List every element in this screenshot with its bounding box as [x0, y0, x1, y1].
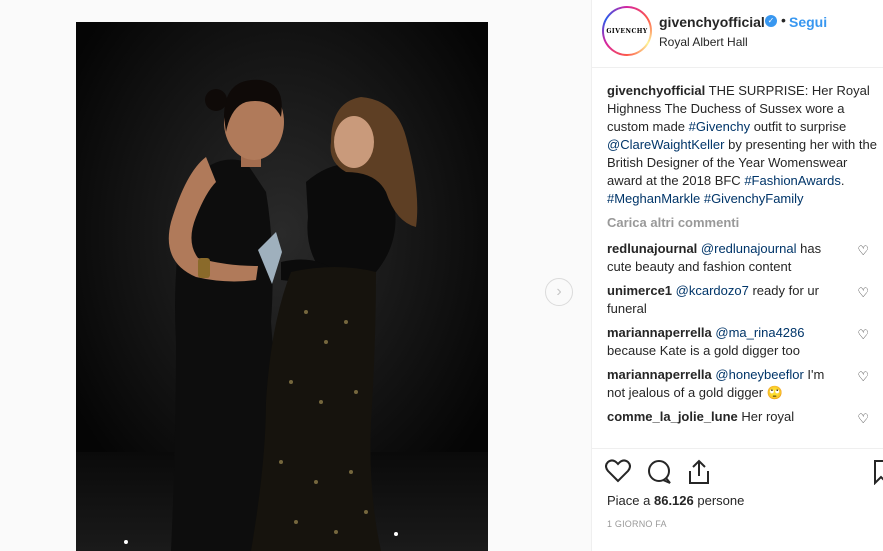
follow-button[interactable]: Segui [789, 14, 827, 30]
likes-prefix: Piace a [607, 493, 654, 508]
hashtag-link[interactable]: #MeghanMarkle [607, 191, 700, 206]
caption-text: . [840, 173, 845, 188]
load-more-comments-button[interactable]: Carica altri commenti [607, 214, 877, 232]
likes-count[interactable]: Piace a 86.126 persone [607, 493, 744, 508]
likes-suffix: persone [693, 493, 745, 508]
comment-text: because Kate is a gold digger too [607, 343, 800, 358]
comment-item: comme_la_jolie_lune Her royal ♡ [607, 408, 877, 426]
comment-item: mariannaperrella @honeybeeflor I'm not j… [607, 366, 877, 402]
avatar-logo: GIVENCHY [606, 10, 648, 52]
hashtag-link[interactable]: #Givenchy [689, 119, 750, 134]
comment-text: Her royal [737, 409, 795, 424]
heart-icon[interactable] [605, 459, 631, 488]
comment-item: unimerce1 @kcardozo7 ready for ur funera… [607, 282, 877, 318]
avatar[interactable]: GIVENCHY [602, 6, 652, 56]
likes-number: 86.126 [653, 493, 694, 508]
share-icon[interactable] [687, 459, 711, 490]
author-username[interactable]: givenchyofficial [659, 14, 765, 30]
post-header: GIVENCHY givenchyofficial ✓ • Segui Roya… [592, 0, 883, 68]
comment-item: redlunajournal @redlunajournal has cute … [607, 240, 877, 276]
caption-text: outfit to surprise [750, 119, 847, 134]
mention-link[interactable]: @ma_rina4286 [715, 325, 804, 340]
mention-link[interactable]: @redlunajournal [701, 241, 797, 256]
chevron-right-icon: › [556, 283, 562, 300]
comment-username[interactable]: redlunajournal [607, 241, 697, 256]
post-timestamp[interactable]: 1 GIORNO FA [607, 519, 667, 529]
separator-dot: • [781, 12, 786, 28]
verified-badge-icon: ✓ [765, 15, 777, 27]
comments-list[interactable]: givenchyofficial THE SURPRISE: Her Royal… [607, 82, 877, 454]
comment-username[interactable]: mariannaperrella [607, 367, 712, 382]
comment-like-icon[interactable]: ♡ [857, 242, 869, 260]
hashtag-link[interactable]: #FashionAwards [744, 173, 841, 188]
comment-like-icon[interactable]: ♡ [857, 368, 869, 386]
caption-username[interactable]: givenchyofficial [607, 83, 705, 98]
post-photo[interactable] [76, 22, 488, 551]
post-actions: Piace a 86.126 persone 1 GIORNO FA [592, 448, 883, 551]
caption: givenchyofficial THE SURPRISE: Her Royal… [607, 82, 877, 208]
hashtag-link[interactable]: #GivenchyFamily [704, 191, 804, 206]
comment-like-icon[interactable]: ♡ [857, 326, 869, 344]
comment-username[interactable]: unimerce1 [607, 283, 672, 298]
comment-item: mariannaperrella @ma_rina4286 because Ka… [607, 324, 877, 360]
comment-icon[interactable] [646, 459, 672, 490]
comment-username[interactable]: comme_la_jolie_lune [607, 409, 738, 424]
mention-link[interactable]: @honeybeeflor [715, 367, 803, 382]
location-link[interactable]: Royal Albert Hall [659, 35, 748, 49]
comment-like-icon[interactable]: ♡ [857, 410, 869, 428]
comment-like-icon[interactable]: ♡ [857, 284, 869, 302]
post-photo-illustration [76, 22, 488, 551]
bookmark-icon[interactable] [873, 459, 883, 490]
mention-link[interactable]: @kcardozo7 [676, 283, 749, 298]
post-sidebar: GIVENCHY givenchyofficial ✓ • Segui Roya… [591, 0, 883, 551]
mention-link[interactable]: @ClareWaightKeller [607, 137, 724, 152]
comment-username[interactable]: mariannaperrella [607, 325, 712, 340]
next-photo-button[interactable]: › [545, 278, 573, 306]
